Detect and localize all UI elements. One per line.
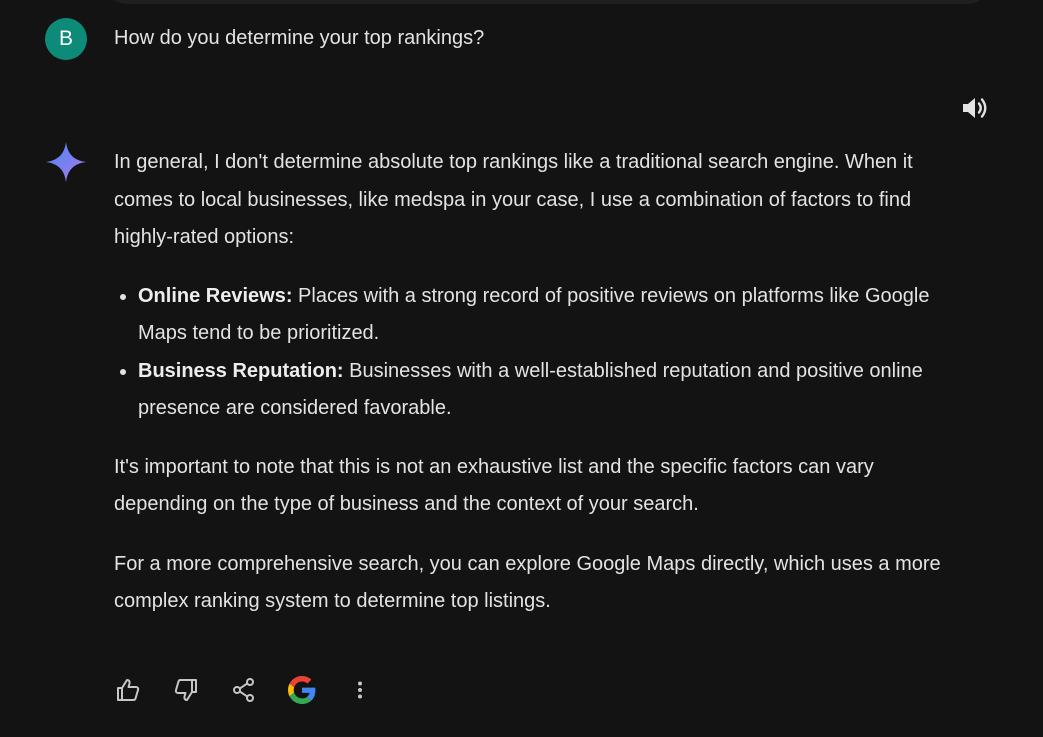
prompt-bar-edge xyxy=(105,0,990,4)
thumbs-down-button[interactable] xyxy=(168,672,204,708)
google-check-button[interactable] xyxy=(284,672,320,708)
list-item: Business Reputation: Businesses with a w… xyxy=(138,353,944,428)
thumbs-up-button[interactable] xyxy=(110,672,146,708)
google-g-icon xyxy=(288,676,316,704)
assistant-response: In general, I don't determine absolute t… xyxy=(114,144,944,621)
user-query-text: How do you determine your top rankings? xyxy=(114,27,485,49)
thumbs-up-icon xyxy=(117,679,140,701)
user-avatar[interactable]: B xyxy=(45,18,87,60)
response-note: It's important to note that this is not … xyxy=(114,455,874,516)
speaker-icon[interactable] xyxy=(958,92,992,124)
gemini-sparkle-icon xyxy=(44,140,88,184)
more-options-button[interactable] xyxy=(342,672,378,708)
bullet-title: Online Reviews: xyxy=(138,284,293,307)
more-vertical-icon xyxy=(358,681,362,699)
bullet-title: Business Reputation: xyxy=(138,359,344,382)
list-item: Online Reviews: Places with a strong rec… xyxy=(138,278,944,353)
share-button[interactable] xyxy=(226,672,262,708)
response-actions xyxy=(110,670,400,710)
response-intro: In general, I don't determine absolute t… xyxy=(114,151,913,248)
share-icon xyxy=(233,678,254,702)
thumbs-down-icon xyxy=(174,679,197,701)
chat-page: B How do you determine your top rankings… xyxy=(0,0,1043,737)
response-closing: For a more comprehensive search, you can… xyxy=(114,552,941,613)
factor-list: Online Reviews: Places with a strong rec… xyxy=(114,278,944,428)
